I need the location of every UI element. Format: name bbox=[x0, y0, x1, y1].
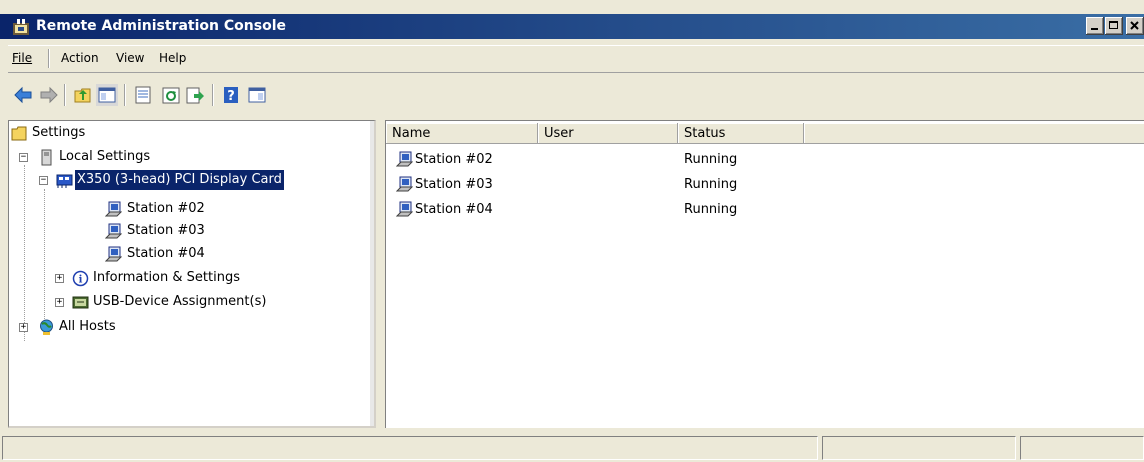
refresh-icon[interactable] bbox=[160, 84, 182, 106]
export-list-icon[interactable] bbox=[184, 84, 206, 106]
tree-label: Station #04 bbox=[127, 246, 205, 261]
status-panel-main bbox=[2, 436, 818, 460]
cell-name: Station #04 bbox=[415, 202, 493, 217]
list-header: Name User Status bbox=[386, 123, 1144, 145]
server-icon bbox=[41, 149, 52, 166]
station-icon bbox=[396, 176, 413, 192]
tree-label: Station #03 bbox=[127, 223, 205, 238]
network-globe-icon bbox=[40, 319, 53, 335]
up-folder-icon[interactable] bbox=[72, 84, 94, 106]
column-header-user[interactable]: User bbox=[538, 123, 678, 144]
list-pane[interactable]: Name User Status Station #02 Running Sta… bbox=[385, 120, 1144, 428]
collapse-toggle[interactable]: − bbox=[19, 153, 28, 162]
close-icon bbox=[1130, 21, 1139, 30]
expand-toggle[interactable]: + bbox=[19, 323, 28, 332]
help-icon[interactable]: ? bbox=[220, 84, 242, 106]
maximize-button[interactable] bbox=[1105, 17, 1123, 35]
menu-view-label: View bbox=[116, 51, 145, 65]
list-row[interactable]: Station #02 Running bbox=[386, 147, 1144, 172]
show-hide-tree-icon[interactable] bbox=[96, 84, 118, 106]
status-panel-2 bbox=[822, 436, 1016, 460]
cell-status: Running bbox=[684, 177, 738, 192]
menu-view[interactable]: View bbox=[116, 50, 144, 66]
expand-toggle[interactable]: + bbox=[55, 298, 64, 307]
menu-separator bbox=[48, 49, 50, 68]
usb-device-icon bbox=[72, 296, 89, 309]
menu-file-label: File bbox=[12, 51, 33, 65]
back-arrow-icon[interactable] bbox=[12, 84, 34, 106]
show-action-pane-icon[interactable] bbox=[246, 84, 268, 106]
maximize-icon bbox=[1109, 21, 1118, 29]
collapse-toggle[interactable]: − bbox=[39, 176, 48, 185]
menu-action[interactable]: Action bbox=[61, 50, 99, 66]
console-window: Remote Administration Console File Actio… bbox=[0, 0, 1144, 462]
title-bar[interactable]: Remote Administration Console bbox=[0, 14, 1144, 39]
info-icon: i bbox=[72, 270, 89, 287]
toolbar-separator bbox=[124, 84, 126, 106]
tree-label: Information & Settings bbox=[93, 270, 240, 285]
toolbar: ? bbox=[8, 81, 1144, 111]
window-title: Remote Administration Console bbox=[36, 18, 286, 34]
tree-label: X350 (3-head) PCI Display Card bbox=[74, 169, 285, 191]
status-panel-3 bbox=[1020, 436, 1144, 460]
cell-name: Station #02 bbox=[415, 152, 493, 167]
pane-splitter[interactable] bbox=[377, 120, 384, 428]
cell-name: Station #03 bbox=[415, 177, 493, 192]
list-row[interactable]: Station #04 Running bbox=[386, 197, 1144, 222]
menu-help-label: Help bbox=[159, 51, 187, 65]
forward-arrow-icon[interactable] bbox=[38, 84, 60, 106]
tree-scrollbar[interactable] bbox=[370, 121, 374, 426]
station-icon bbox=[105, 246, 122, 262]
column-header-name[interactable]: Name bbox=[386, 123, 538, 144]
column-header-filler bbox=[804, 123, 1144, 144]
station-icon bbox=[105, 223, 122, 239]
mmc-console-icon bbox=[13, 19, 29, 35]
toolbar-separator bbox=[64, 84, 66, 106]
expand-toggle[interactable]: + bbox=[55, 274, 64, 283]
tree-label: Station #02 bbox=[127, 201, 205, 216]
column-header-status[interactable]: Status bbox=[678, 123, 804, 144]
minimize-icon bbox=[1091, 28, 1098, 30]
menu-help[interactable]: Help bbox=[159, 50, 186, 66]
menu-file[interactable]: File bbox=[12, 50, 32, 66]
svg-text:i: i bbox=[79, 275, 83, 286]
toolbar-separator bbox=[212, 84, 214, 106]
status-bar bbox=[0, 433, 1144, 462]
close-button[interactable] bbox=[1126, 17, 1144, 35]
list-row[interactable]: Station #03 Running bbox=[386, 172, 1144, 197]
menu-action-label: Action bbox=[61, 51, 99, 65]
display-card-icon bbox=[56, 174, 73, 188]
cell-status: Running bbox=[684, 202, 738, 217]
station-icon bbox=[396, 151, 413, 167]
minimize-button[interactable] bbox=[1086, 17, 1104, 35]
tree-label: USB-Device Assignment(s) bbox=[93, 294, 267, 309]
tree-label: All Hosts bbox=[59, 319, 116, 334]
station-icon bbox=[105, 201, 122, 217]
folder-icon bbox=[11, 126, 27, 141]
properties-icon[interactable] bbox=[132, 84, 154, 106]
menu-bar: File Action View Help bbox=[8, 45, 1144, 73]
tree-pane[interactable]: Settings − Local Settings − X350 (3-head… bbox=[8, 120, 376, 428]
tree-label: Local Settings bbox=[59, 149, 151, 164]
cell-status: Running bbox=[684, 152, 738, 167]
station-icon bbox=[396, 201, 413, 217]
svg-text:?: ? bbox=[227, 89, 235, 104]
tree-label: Settings bbox=[32, 125, 86, 140]
